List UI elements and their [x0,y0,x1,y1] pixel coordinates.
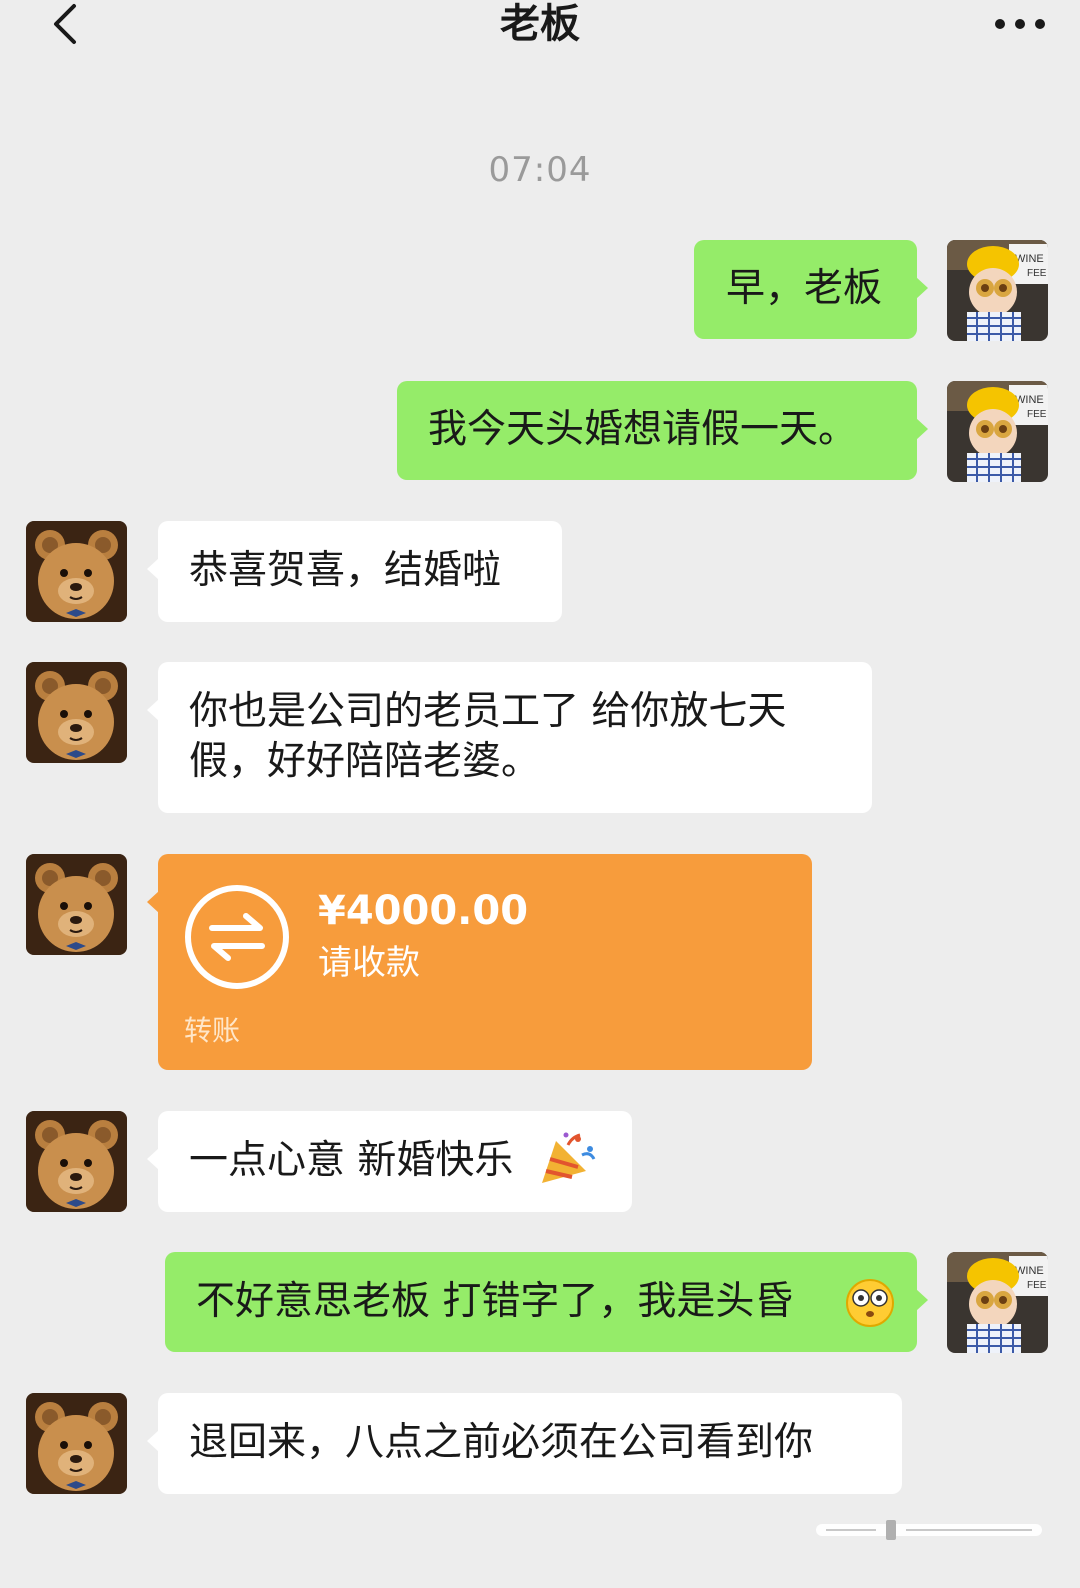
message-bubble-received[interactable]: 一点心意 新婚快乐 [147,1111,632,1212]
boss-avatar[interactable] [26,1111,127,1212]
transfer-amount: ¥4000.00 [318,888,529,934]
boss-avatar[interactable] [26,1393,127,1494]
transfer-status: 请收款 [318,943,420,983]
message-text: 恭喜贺喜，结婚啦 [189,548,502,593]
message-text: 退回来，八点之前必须在公司看到你 [189,1420,814,1465]
message-text: 一点心意 新婚快乐 [189,1138,514,1183]
party-popper-icon [538,1131,598,1200]
message-text: 你也是公司的老员工了 给你放七天假，好好陪陪老婆。 [189,689,787,784]
message-text: 我今天头婚想请假一天。 [428,407,858,452]
message-timestamp: 07:04 [488,150,592,190]
message-bubble-received[interactable]: 你也是公司的老员工了 给你放七天假，好好陪陪老婆。 [147,662,872,813]
boss-avatar[interactable] [26,662,127,763]
my-avatar[interactable] [947,240,1048,341]
transfer-label: 转账 [184,1014,241,1047]
my-avatar[interactable] [947,381,1048,482]
nav-bar: 老板 [0,0,1080,60]
transfer-card[interactable]: ¥4000.00 请收款 转账 [147,854,812,1070]
transfer-arrows-icon [182,882,292,992]
message-text: 不好意思老板 打错字了，我是头昏 [196,1279,794,1324]
message-bubble-sent[interactable]: 不好意思老板 打错字了，我是头昏 [165,1252,928,1352]
message-bubble-sent[interactable]: 早，老板 [694,240,928,339]
boss-avatar[interactable] [26,854,127,955]
chat-title: 老板 [500,1,580,47]
message-bubble-sent[interactable]: 我今天头婚想请假一天。 [397,381,928,480]
boss-avatar[interactable] [26,521,127,622]
more-horizontal-icon[interactable] [988,6,1052,38]
message-bubble-received[interactable]: 退回来，八点之前必须在公司看到你 [147,1393,902,1494]
message-bubble-received[interactable]: 恭喜贺喜，结婚啦 [147,521,562,622]
my-avatar[interactable] [947,1252,1048,1353]
message-text: 早，老板 [726,266,883,311]
scroll-indicator [816,1518,1042,1542]
flushed-face-icon [845,1278,895,1341]
